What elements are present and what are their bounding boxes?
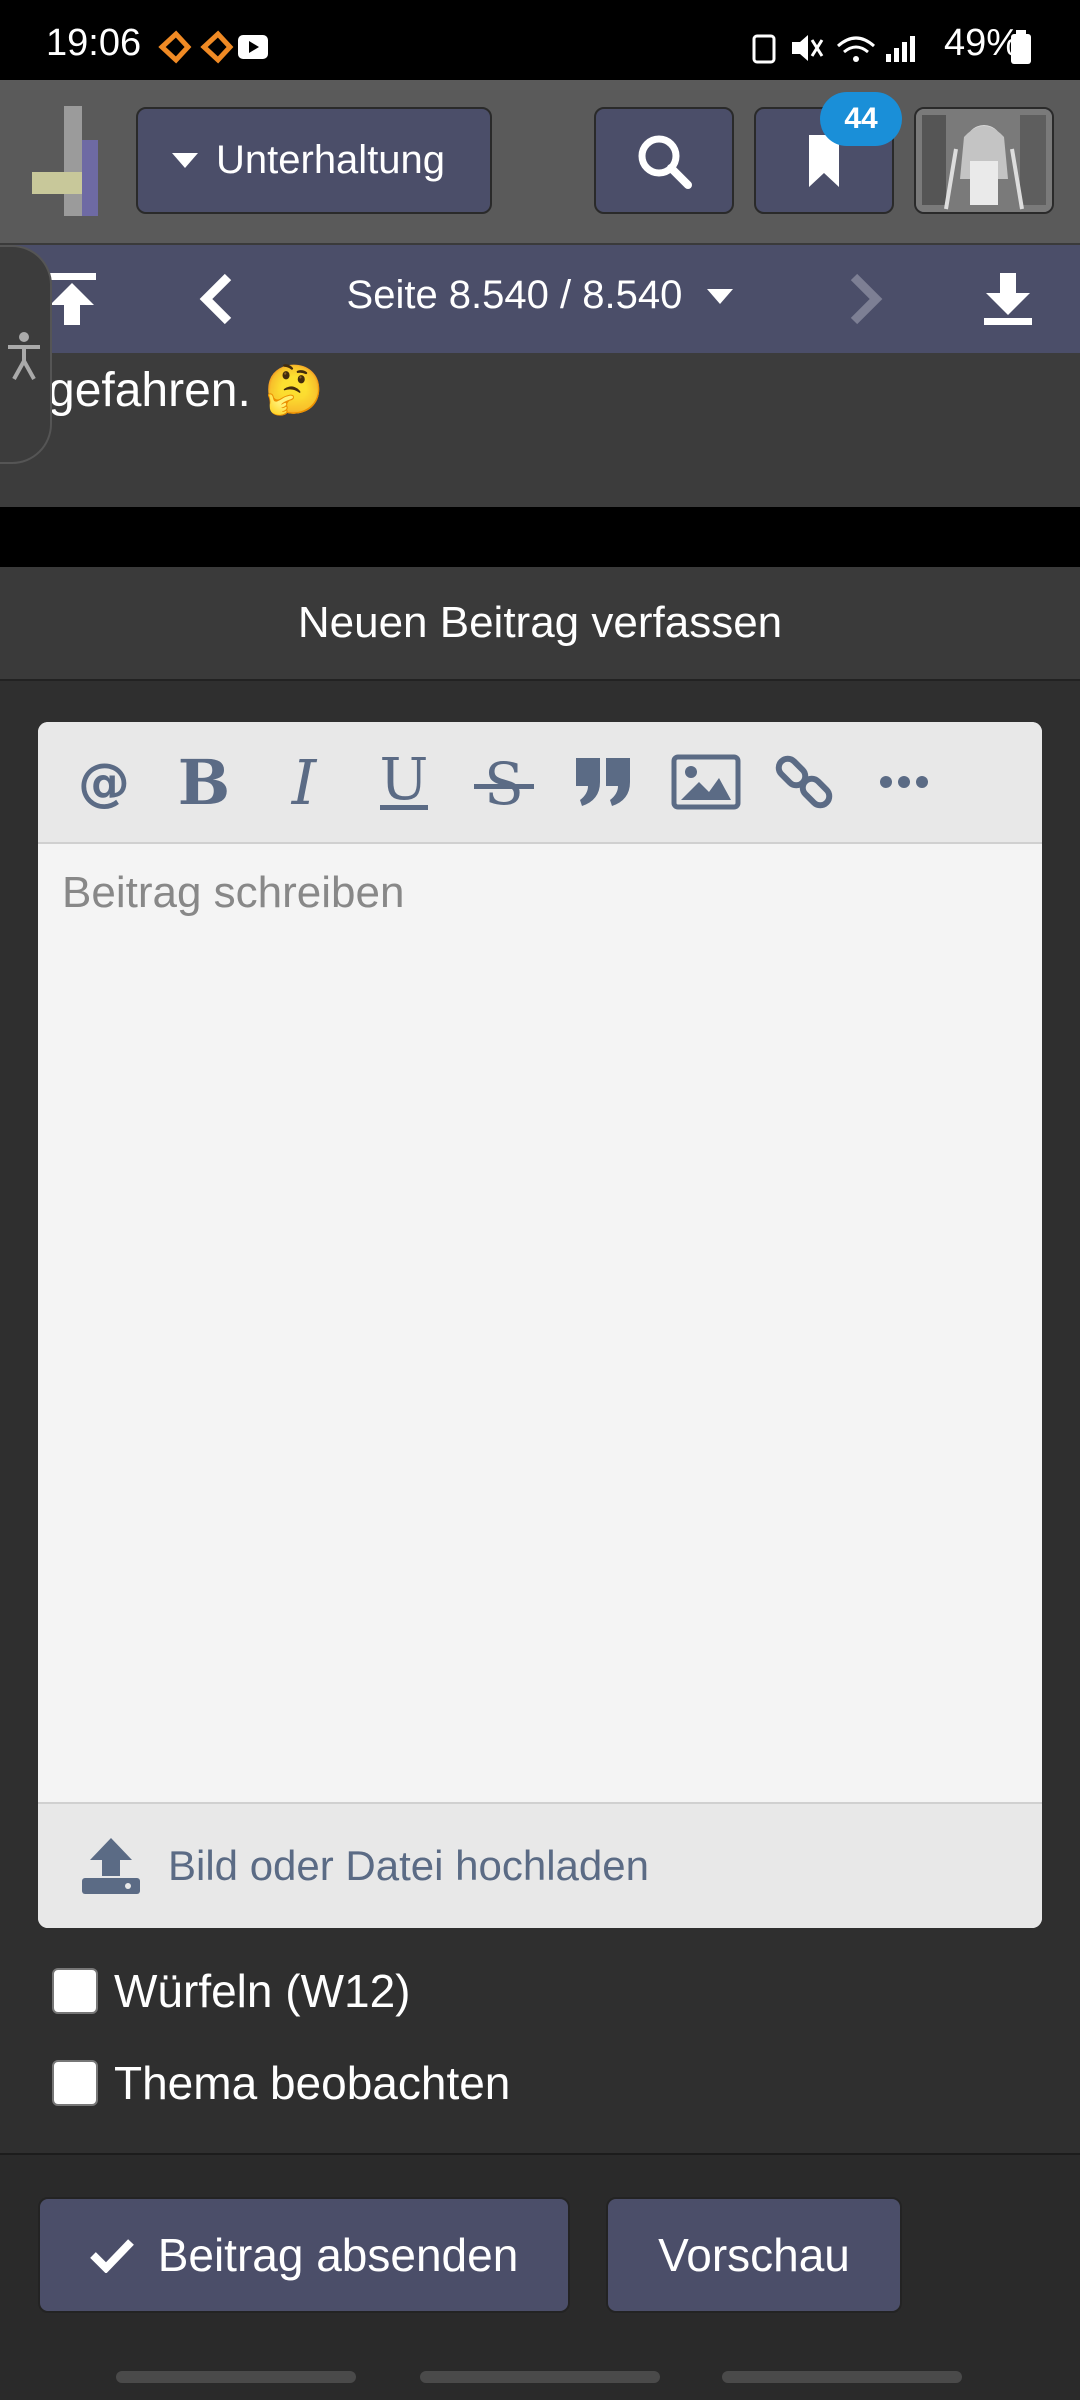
form-actions: Beitrag absenden Vorschau xyxy=(0,2153,1080,2355)
page-navigation: Seite 8.540 / 8.540 xyxy=(0,245,1080,353)
submit-post-button[interactable]: Beitrag absenden xyxy=(38,2197,570,2313)
search-button[interactable] xyxy=(594,107,734,214)
strikethrough-icon: S xyxy=(474,752,534,812)
dice-option: Würfeln (W12) xyxy=(52,1961,410,2021)
image-button[interactable] xyxy=(668,746,744,818)
caret-down-icon xyxy=(707,289,734,305)
form-header: Neuen Beitrag verfassen xyxy=(0,567,1080,681)
italic-button[interactable]: I xyxy=(268,746,340,818)
watch-option: Thema beobachten xyxy=(52,2053,510,2113)
nav-home[interactable] xyxy=(420,2371,660,2383)
editor-placeholder: Beitrag schreiben xyxy=(62,868,405,917)
post-excerpt-text: gefahren. 🤔 xyxy=(48,364,324,417)
search-icon xyxy=(638,135,692,189)
site-logo[interactable] xyxy=(30,104,106,220)
editor-toolbar: @ B I U S xyxy=(38,722,1042,844)
post-text-input[interactable]: Beitrag schreiben xyxy=(38,844,1042,1802)
svg-text:I: I xyxy=(291,752,318,812)
nav-recents[interactable] xyxy=(116,2371,356,2383)
upload-button[interactable]: Bild oder Datei hochladen xyxy=(38,1802,1042,1928)
svg-text:S: S xyxy=(484,752,524,812)
battery-icon xyxy=(1011,30,1031,64)
dice-label: Würfeln (W12) xyxy=(114,1965,411,2017)
italic-icon: I xyxy=(291,752,318,812)
bold-button[interactable]: B xyxy=(168,746,240,818)
post-excerpt: gefahren. 🤔 xyxy=(0,353,1080,507)
user-avatar-button[interactable] xyxy=(914,107,1054,214)
system-icons xyxy=(752,34,915,64)
forum-menu-button[interactable]: Unterhaltung xyxy=(136,107,492,214)
accessibility-tab[interactable] xyxy=(0,245,52,464)
post-editor: @ B I U S Beitrag schreiben Bild oder Da… xyxy=(38,722,1042,1928)
caret-down-icon xyxy=(172,152,198,168)
underline-icon: U xyxy=(380,751,429,813)
bookmarks-count-badge: 44 xyxy=(820,92,902,146)
divider xyxy=(0,507,1080,567)
upload-label: Bild oder Datei hochladen xyxy=(168,1842,649,1889)
more-options-button[interactable] xyxy=(868,746,940,818)
svg-text:@: @ xyxy=(78,754,130,810)
more-icon xyxy=(880,776,928,788)
next-page-icon xyxy=(850,273,883,325)
quote-button[interactable] xyxy=(568,746,640,818)
upload-icon xyxy=(82,1838,140,1894)
page-label: Seite 8.540 / 8.540 xyxy=(346,273,683,317)
check-icon xyxy=(89,2239,134,2273)
bold-icon: B xyxy=(178,752,230,812)
svg-text:U: U xyxy=(380,751,429,813)
image-icon xyxy=(671,754,741,810)
battery-percent: 49% xyxy=(943,22,1020,64)
quote-icon xyxy=(576,758,630,806)
forum-menu-label: Unterhaltung xyxy=(216,138,446,182)
watch-topic-checkbox[interactable] xyxy=(52,2060,98,2106)
dice-checkbox[interactable] xyxy=(52,1968,98,2014)
app-header: Unterhaltung 44 xyxy=(0,80,1080,245)
link-button[interactable] xyxy=(768,746,840,818)
underline-button[interactable]: U xyxy=(368,746,440,818)
form-title: Neuen Beitrag verfassen xyxy=(297,598,783,647)
submit-post-label: Beitrag absenden xyxy=(157,2229,519,2281)
watch-topic-label: Thema beobachten xyxy=(114,2057,511,2109)
link-icon xyxy=(775,755,833,809)
page-selector[interactable]: Seite 8.540 / 8.540 xyxy=(0,273,1080,318)
strikethrough-button[interactable]: S xyxy=(468,746,540,818)
notification-icons xyxy=(158,30,268,64)
preview-label: Vorschau xyxy=(658,2229,850,2281)
accessibility-icon xyxy=(8,332,40,380)
status-bar: 19:06 49% xyxy=(0,0,1080,80)
status-time: 19:06 xyxy=(46,22,142,64)
mention-button[interactable]: @ xyxy=(68,746,140,818)
avatar xyxy=(916,109,1052,212)
last-page-icon[interactable] xyxy=(980,271,1036,327)
preview-button[interactable]: Vorschau xyxy=(606,2197,902,2313)
at-icon: @ xyxy=(78,754,130,810)
system-navigation-bar xyxy=(0,2353,1080,2400)
nav-back[interactable] xyxy=(722,2371,962,2383)
svg-text:B: B xyxy=(178,752,230,812)
